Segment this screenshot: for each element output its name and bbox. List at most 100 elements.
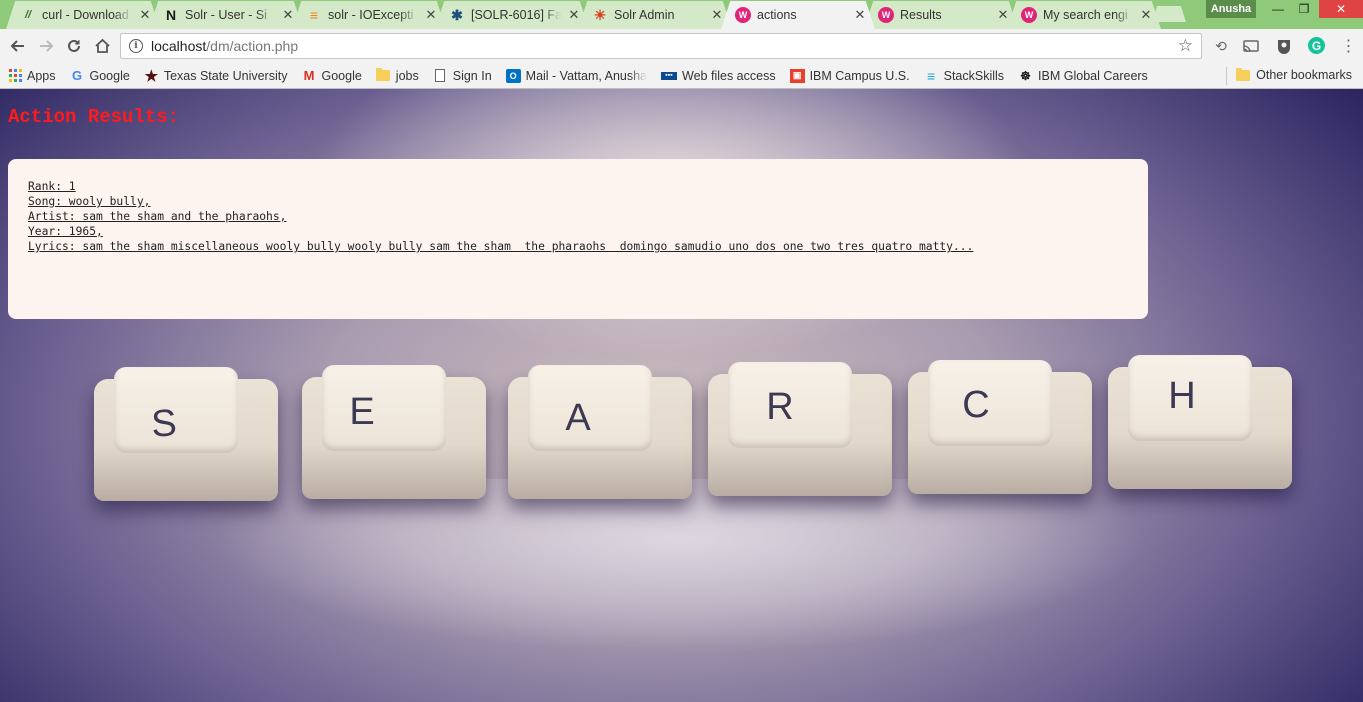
wamp-icon: W [878,7,894,23]
bookmark-google[interactable]: G Google [70,68,130,83]
forward-button[interactable] [32,32,60,60]
address-bar[interactable]: i localhost/dm/action.php ☆ [120,33,1202,59]
menu-kebab-icon[interactable]: ⋮ [1338,36,1358,56]
keycap-h: H [1108,355,1292,489]
url-text[interactable]: localhost/dm/action.php [151,38,1170,54]
jira-icon: ✱ [451,6,463,23]
shield-extension-icon[interactable] [1274,36,1294,56]
close-icon[interactable]: ✕ [853,7,867,22]
cast-glyph [1243,39,1259,52]
tab-strip: // curl - Download ✕ N Solr - User - Si … [0,0,1363,29]
result-rank[interactable]: Rank: 1 [28,179,1128,194]
tab-title: Solr - User - Si [185,8,267,22]
window-close-button[interactable]: ✕ [1319,0,1363,18]
new-tab-button[interactable] [1152,6,1186,22]
bookmarks-separator [1226,67,1227,85]
tab-solr-admin[interactable]: ☀ Solr Admin ✕ [578,1,732,29]
folder-icon [376,68,391,83]
result-artist[interactable]: Artist: sam the sham and the pharaohs, [28,209,1128,224]
grammarly-icon[interactable]: G [1308,37,1325,54]
reload-button[interactable] [60,32,88,60]
keycap-r: R [708,362,892,496]
home-button[interactable] [88,32,116,60]
bookmark-texas-state[interactable]: ★ Texas State University [144,68,288,85]
ibm-campus-icon: ▣ [789,68,805,83]
back-button[interactable] [4,32,32,60]
result-song[interactable]: Song: wooly bully, [28,194,1128,209]
tab-my-search-engine[interactable]: W My search engi ✕ [1007,1,1161,29]
tab-title: Results [900,8,942,22]
bookmark-jobs[interactable]: jobs [376,68,419,83]
tab-results[interactable]: W Results ✕ [864,1,1018,29]
tab-title: curl - Download [42,8,129,22]
tab-title: Solr Admin [614,8,675,22]
bookmark-ibm-campus[interactable]: ▣ IBM Campus U.S. [789,68,910,83]
close-icon[interactable]: ✕ [138,7,152,22]
bookmark-label: Web files access [682,68,776,83]
tab-title: [SOLR-6016] Fa [471,8,561,22]
bookmark-label: Apps [27,68,56,83]
keycap-s: S [94,367,278,501]
keycap-c: C [908,360,1092,494]
extension-puzzle-icon[interactable]: ⟲ [1211,36,1231,56]
bookmark-label: Mail - Vattam, Anusha [525,68,648,83]
bookmark-gmail[interactable]: M Google [301,68,362,83]
bookmark-ibm-careers[interactable]: ☸ IBM Global Careers [1018,69,1148,83]
tab-ioexception[interactable]: ≡ solr - IOExcepti ✕ [292,1,446,29]
minimize-button[interactable]: — [1264,0,1292,18]
bookmark-label: Google [321,68,362,83]
bookmark-apps[interactable]: Apps [9,69,56,83]
bookmark-label: IBM Global Careers [1038,68,1148,83]
keycap-letter: R [766,385,794,428]
bookmark-stackskills[interactable]: ≡ StackSkills [924,68,1005,84]
keycap-letter: S [150,401,178,446]
close-icon[interactable]: ✕ [1139,7,1153,22]
url-host: localhost [151,38,207,54]
tab-title: actions [757,8,797,22]
result-year[interactable]: Year: 1965, [28,224,1128,239]
bookmark-label: Texas State University [163,68,288,83]
back-arrow-icon [10,40,24,52]
bookmark-star-icon[interactable]: ☆ [1178,36,1193,56]
tab-title: solr - IOExcepti [328,8,414,22]
close-icon[interactable]: ✕ [996,7,1010,22]
tab-actions[interactable]: W actions ✕ [721,1,875,29]
keycap-letter: H [1168,374,1196,417]
restore-button[interactable]: ❐ [1290,0,1318,18]
folder-icon [1236,67,1251,81]
result-card: Rank: 1 Song: wooly bully, Artist: sam t… [8,159,1148,319]
google-icon: G [71,68,83,83]
stackoverflow-icon: ≡ [309,7,319,23]
cast-icon[interactable] [1241,36,1261,56]
bookmark-label: Sign In [452,68,492,83]
url-path: /dm/action.php [206,38,299,54]
site-info-icon[interactable]: i [129,39,143,53]
keycap-letter: A [565,396,591,439]
other-bookmarks[interactable]: Other bookmarks [1236,67,1352,82]
wamp-icon: W [1021,7,1037,23]
close-icon[interactable]: ✕ [281,7,295,22]
background-floor [0,479,1363,702]
home-icon [94,38,110,53]
profile-badge[interactable]: Anusha [1206,0,1256,18]
result-lyrics[interactable]: Lyrics: sam the sham miscellaneous wooly… [28,239,1128,254]
tab-curl[interactable]: // curl - Download ✕ [6,1,160,29]
tab-jira[interactable]: ✱ [SOLR-6016] Fa ✕ [435,1,589,29]
other-bookmarks-label: Other bookmarks [1256,68,1352,82]
curl-icon: // [24,9,32,21]
bookmark-sign-in[interactable]: Sign In [433,69,492,83]
close-icon[interactable]: ✕ [567,7,581,22]
ibm-careers-icon: ☸ [1020,68,1031,83]
bookmark-label: StackSkills [943,68,1005,83]
tab-solr-user[interactable]: N Solr - User - Si ✕ [149,1,303,29]
close-icon[interactable]: ✕ [424,7,438,22]
bookmark-mail[interactable]: O Mail - Vattam, Anusha [505,68,648,83]
bookmark-web-files[interactable]: ▪▪▪ Web files access [661,69,776,83]
shield-glyph [1278,39,1290,54]
gmail-icon: M [303,68,315,83]
wamp-icon: W [735,7,751,23]
outlook-icon: O [505,68,521,83]
page-viewport: S E A R C H Action Results: Rank: 1 Song… [0,89,1363,702]
bookmarks-bar: Apps G Google ★ Texas State University M… [0,63,1363,89]
bookmark-label: Google [89,68,130,83]
